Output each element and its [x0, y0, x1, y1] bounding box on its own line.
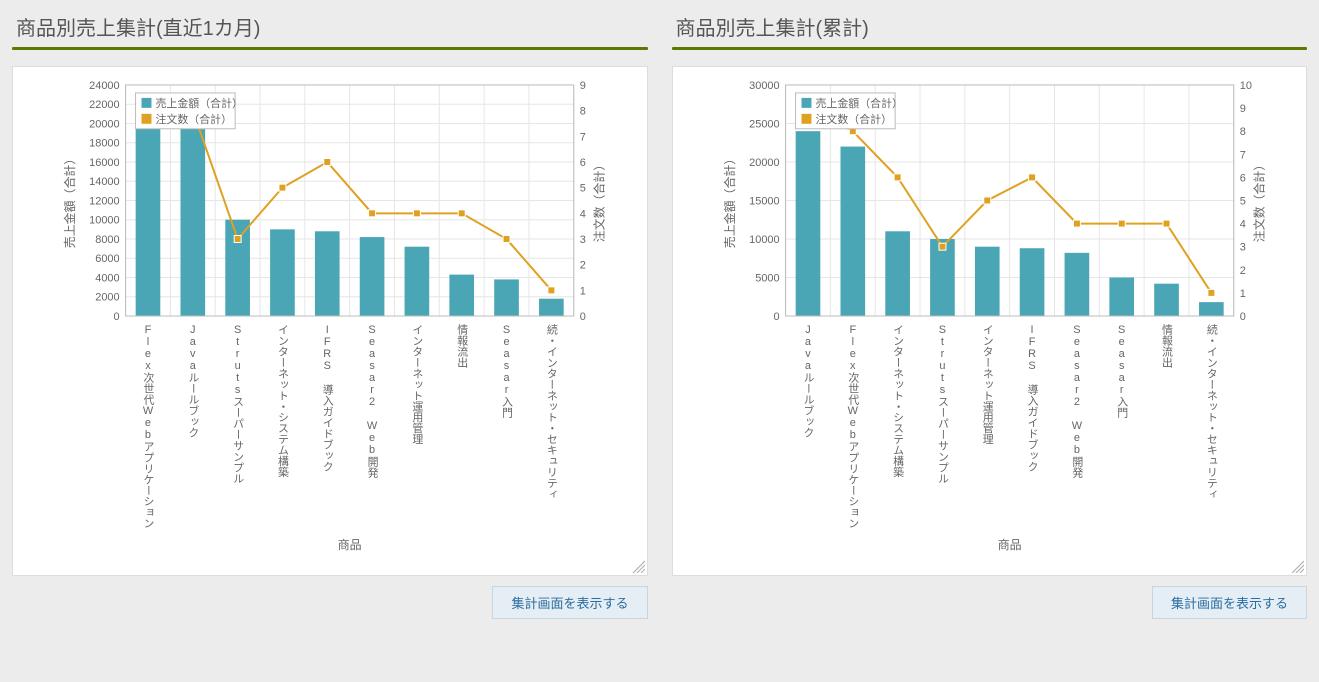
svg-text:Javaルールブック: Javaルールブック [187, 324, 199, 438]
svg-text:続・インターネット・セキュリティ: 続・インターネット・セキュリティ [1205, 323, 1217, 500]
svg-text:4000: 4000 [95, 272, 119, 284]
svg-text:Strutsスーパーサンプル: Strutsスーパーサンプル [936, 324, 948, 484]
svg-text:注文数（合計）: 注文数（合計） [1251, 159, 1266, 243]
svg-text:6: 6 [580, 157, 586, 169]
title-underline [672, 47, 1308, 50]
svg-text:2: 2 [580, 260, 586, 272]
svg-text:インターネット運用管理: インターネット運用管理 [411, 324, 423, 444]
svg-text:IFRS 導入ガイドブック: IFRS 導入ガイドブック [321, 324, 333, 472]
show-aggregate-button[interactable]: 集計画面を表示する [1152, 586, 1307, 619]
svg-text:2: 2 [1239, 265, 1245, 277]
svg-text:0: 0 [580, 311, 586, 323]
chart: 0200040006000800010000120001400016000180… [19, 73, 641, 565]
svg-text:8000: 8000 [95, 234, 119, 246]
svg-text:22000: 22000 [89, 99, 119, 111]
resize-handle-icon[interactable] [1290, 559, 1304, 573]
svg-text:0: 0 [773, 311, 779, 323]
svg-text:6: 6 [1239, 172, 1245, 184]
svg-text:15000: 15000 [749, 195, 779, 207]
svg-text:Seasar入門: Seasar入門 [501, 324, 513, 419]
svg-text:7: 7 [1239, 149, 1245, 161]
svg-text:9: 9 [580, 80, 586, 92]
svg-text:30000: 30000 [749, 80, 779, 92]
svg-text:1: 1 [580, 285, 586, 297]
svg-text:10000: 10000 [89, 215, 119, 227]
svg-text:0: 0 [1239, 311, 1245, 323]
button-row: 集計画面を表示する [672, 586, 1308, 619]
svg-text:3: 3 [580, 234, 586, 246]
chart-card: 0 5000 10000 15000 20000 25000 30000 0 1 2 3 4 5 6 7 8 9… [672, 66, 1308, 576]
svg-text:20000: 20000 [89, 118, 119, 130]
panel-cumulative: 商品別売上集計(累計) 0500010000150002000025000300… [672, 12, 1308, 619]
svg-text:25000: 25000 [749, 118, 779, 130]
svg-text:5: 5 [1239, 195, 1245, 207]
svg-text:4: 4 [1239, 219, 1245, 231]
svg-text:情報流出: 情報流出 [456, 324, 468, 368]
svg-text:IFRS 導入ガイドブック: IFRS 導入ガイドブック [1026, 324, 1038, 472]
svg-text:2000: 2000 [95, 292, 119, 304]
svg-text:インターネット運用管理: インターネット運用管理 [981, 324, 993, 444]
svg-text:インターネット・システム構築: インターネット・システム構築 [276, 324, 288, 477]
svg-text:3: 3 [1239, 242, 1245, 254]
svg-text:売上金額（合計）: 売上金額（合計） [721, 153, 736, 249]
panel-title: 商品別売上集計(直近1カ月) [12, 12, 648, 41]
title-underline [12, 47, 648, 50]
svg-text:続・インターネット・セキュリティ: 続・インターネット・セキュリティ [545, 323, 557, 500]
svg-text:9: 9 [1239, 103, 1245, 115]
resize-handle-icon[interactable] [631, 559, 645, 573]
show-aggregate-button[interactable]: 集計画面を表示する [492, 586, 647, 619]
svg-text:情報流出: 情報流出 [1160, 324, 1172, 368]
svg-text:7: 7 [580, 131, 586, 143]
svg-text:18000: 18000 [89, 138, 119, 150]
panels-container: 商品別売上集計(直近1カ月) 0200040006000800010000120… [12, 12, 1307, 619]
svg-text:Flex次世代Webアプリケーション: Flex次世代Webアプリケーション [846, 324, 858, 528]
chart-card: 0200040006000800010000120001400016000180… [12, 66, 648, 576]
panel-recent: 商品別売上集計(直近1カ月) 0200040006000800010000120… [12, 12, 648, 619]
button-row: 集計画面を表示する [12, 586, 648, 619]
svg-text:5000: 5000 [755, 272, 779, 284]
svg-text:12000: 12000 [89, 195, 119, 207]
svg-text:商品: 商品 [338, 537, 362, 552]
svg-text:16000: 16000 [89, 157, 119, 169]
chart: 0 5000 10000 15000 20000 25000 30000 0 1 2 3 4 5 6 7 8 9… [679, 73, 1301, 565]
svg-text:0: 0 [114, 311, 120, 323]
svg-text:Javaルールブック: Javaルールブック [801, 324, 813, 438]
svg-text:売上金額（合計）: 売上金額（合計） [62, 153, 77, 249]
svg-text:Flex次世代Webアプリケーション: Flex次世代Webアプリケーション [142, 324, 154, 528]
svg-text:14000: 14000 [89, 176, 119, 188]
panel-title: 商品別売上集計(累計) [672, 12, 1308, 41]
svg-text:注文数（合計）: 注文数（合計） [815, 112, 892, 126]
svg-text:20000: 20000 [749, 157, 779, 169]
svg-text:5: 5 [580, 183, 586, 195]
svg-text:10: 10 [1239, 80, 1251, 92]
svg-text:売上金額（合計）: 売上金額（合計） [155, 96, 243, 110]
svg-text:6000: 6000 [95, 253, 119, 265]
svg-text:4: 4 [580, 208, 586, 220]
svg-text:注文数（合計）: 注文数（合計） [592, 159, 607, 243]
svg-text:Seasar入門: Seasar入門 [1115, 324, 1127, 419]
svg-text:商品: 商品 [997, 537, 1021, 552]
svg-text:24000: 24000 [89, 80, 119, 92]
svg-text:8: 8 [580, 106, 586, 118]
svg-text:10000: 10000 [749, 234, 779, 246]
svg-text:注文数（合計）: 注文数（合計） [155, 112, 232, 126]
svg-text:8: 8 [1239, 126, 1245, 138]
svg-text:Seasar2 Web開発: Seasar2 Web開発 [1070, 324, 1082, 479]
svg-text:売上金額（合計）: 売上金額（合計） [815, 96, 903, 110]
svg-text:1: 1 [1239, 288, 1245, 300]
svg-text:Strutsスーパーサンプル: Strutsスーパーサンプル [232, 324, 244, 484]
svg-text:インターネット・システム構築: インターネット・システム構築 [891, 324, 903, 477]
svg-text:Seasar2 Web開発: Seasar2 Web開発 [366, 324, 378, 479]
